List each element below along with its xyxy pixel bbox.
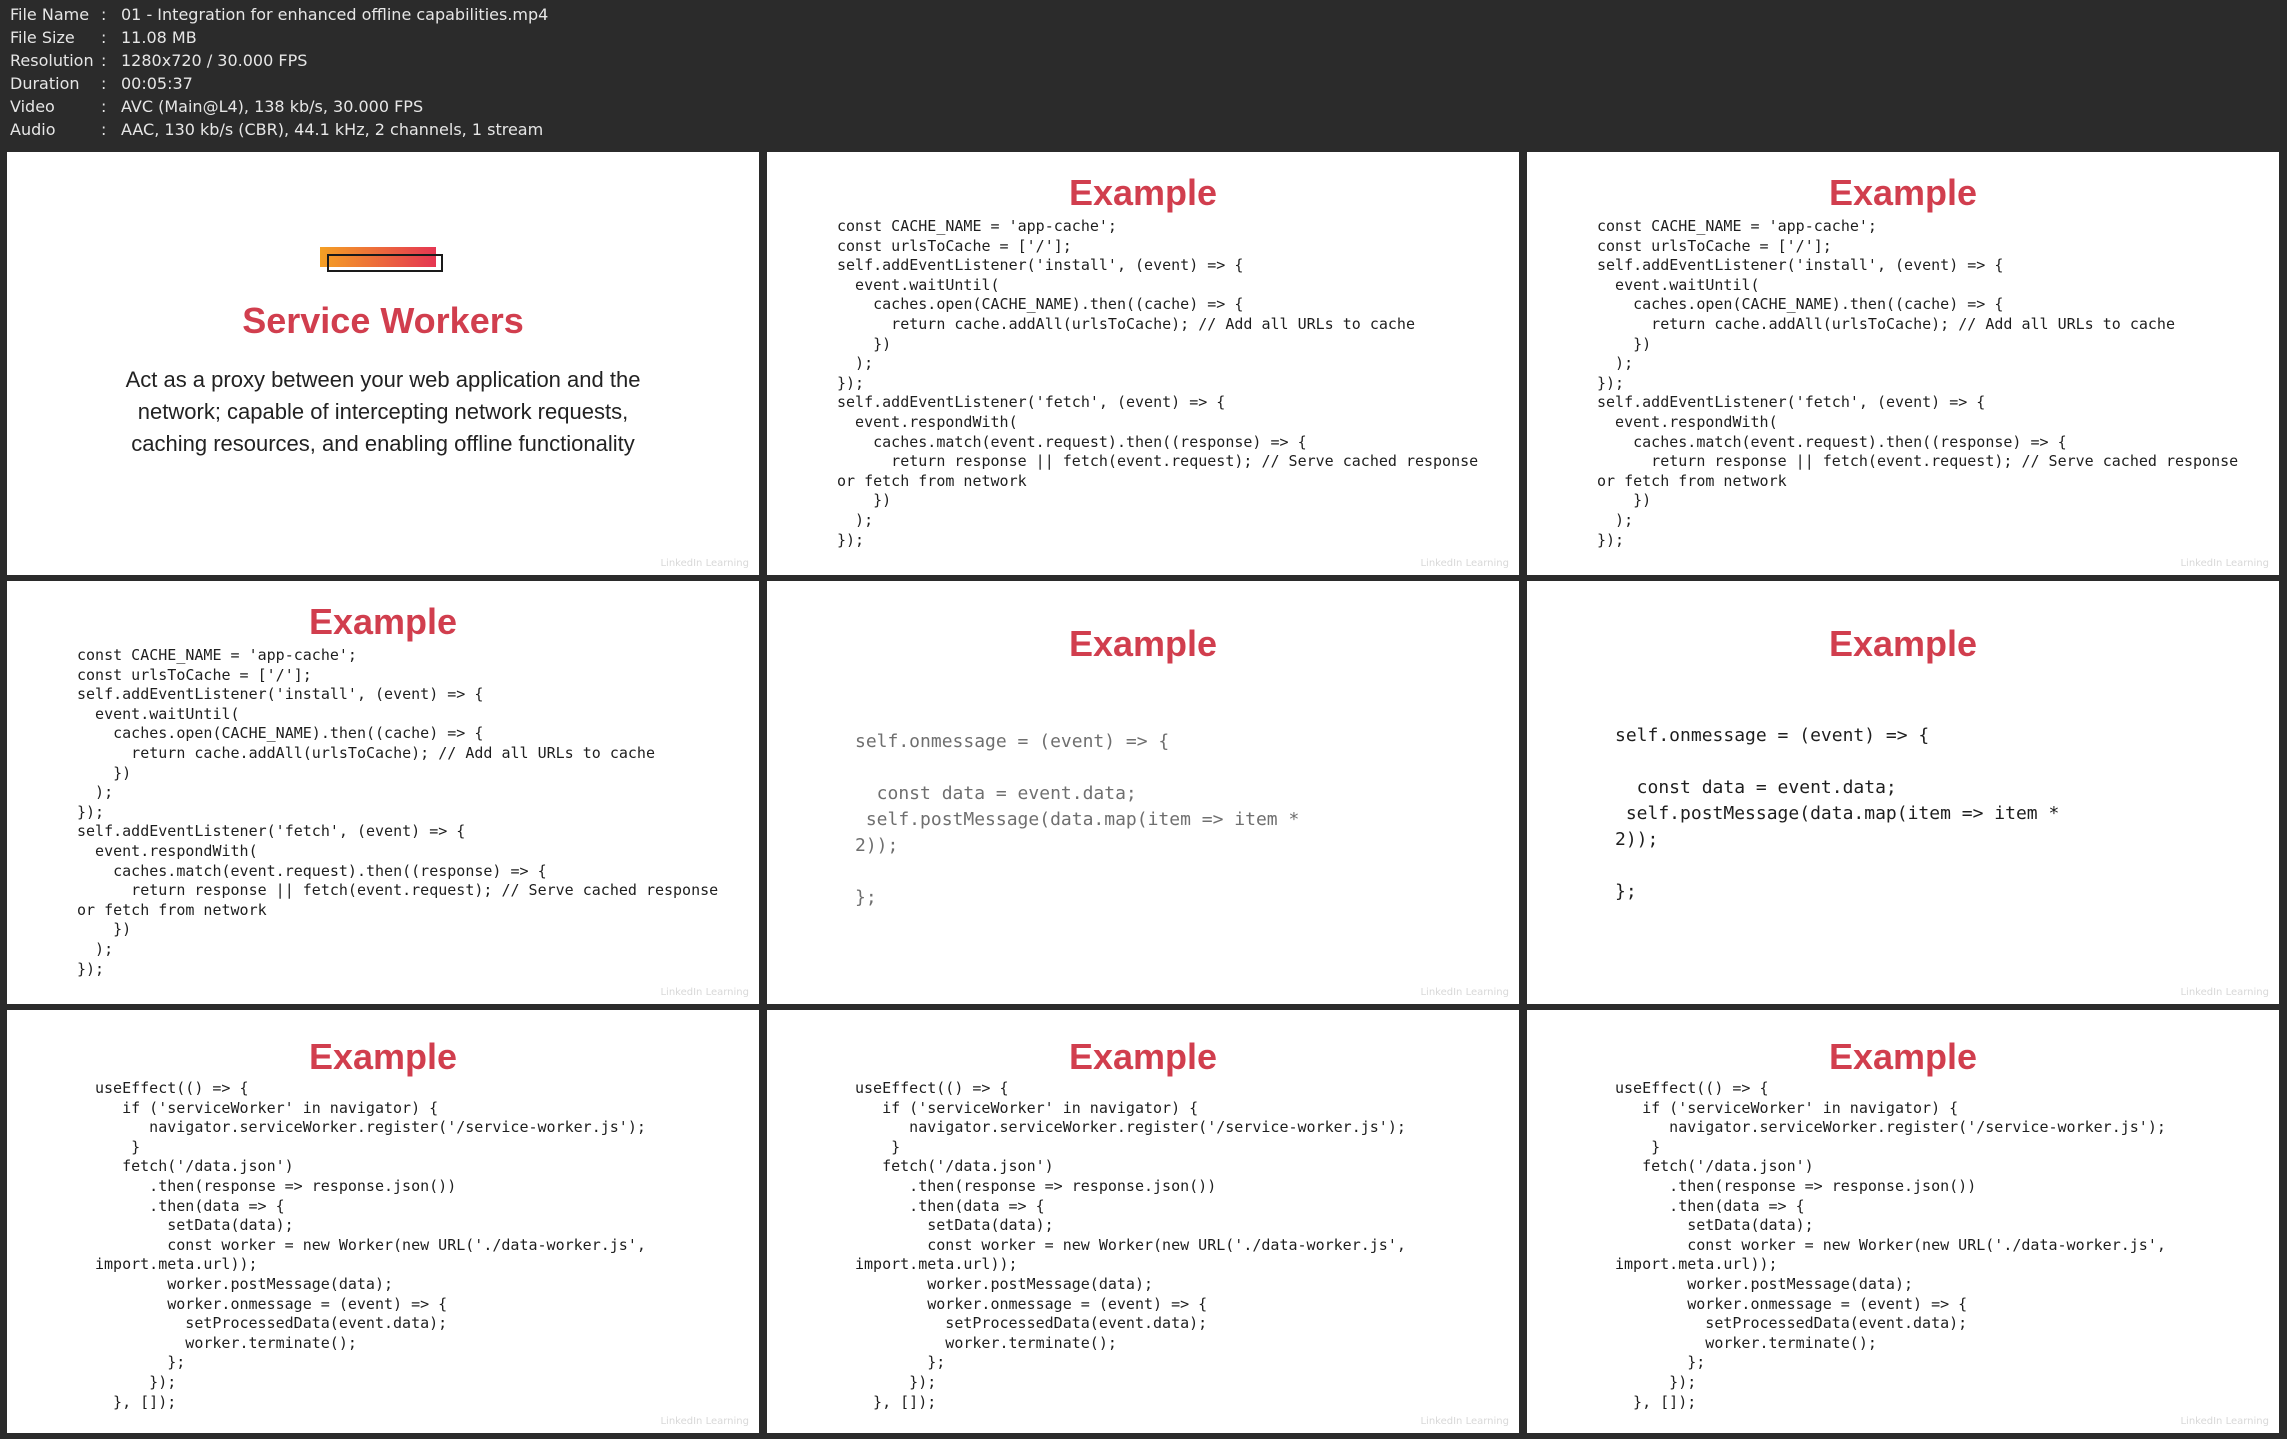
audio-key: Audio — [10, 120, 56, 139]
separator: : — [101, 120, 107, 139]
separator: : — [101, 74, 107, 93]
resolution-value: 1280x720 / 30.000 FPS — [121, 51, 308, 70]
video-row: Video : AVC (Main@L4), 138 kb/s, 30.000 … — [10, 95, 423, 118]
separator: : — [101, 51, 107, 70]
separator: : — [101, 97, 107, 116]
thumbnail-7[interactable]: Example useEffect(() => { if ('serviceWo… — [7, 1010, 759, 1433]
watermark-logo: LinkedIn Learning — [2180, 987, 2269, 998]
code-block: useEffect(() => { if ('serviceWorker' in… — [95, 1079, 646, 1411]
watermark-logo: LinkedIn Learning — [2180, 558, 2269, 569]
thumbnail-9[interactable]: Example useEffect(() => { if ('serviceWo… — [1527, 1010, 2279, 1433]
watermark-logo: LinkedIn Learning — [660, 558, 749, 569]
code-block: self.onmessage = (event) => { const data… — [1615, 725, 2060, 902]
file-info-header: File Name : 01 - Integration for enhance… — [0, 0, 2287, 148]
slide-title: Example — [1068, 1036, 1218, 1077]
slide-title: Example — [1828, 1036, 1978, 1077]
slide-title: Example — [1828, 172, 1978, 213]
watermark-logo: LinkedIn Learning — [660, 1416, 749, 1427]
thumbnail-8[interactable]: Example useEffect(() => { if ('serviceWo… — [767, 1010, 1519, 1433]
code-block: const CACHE_NAME = 'app-cache'; const ur… — [77, 646, 719, 978]
thumbnail-3[interactable]: Example const CACHE_NAME = 'app-cache'; … — [1527, 152, 2279, 575]
audio-row: Audio : AAC, 130 kb/s (CBR), 44.1 kHz, 2… — [10, 118, 543, 141]
slide-title: Example — [308, 601, 458, 642]
slide-title: Example — [1068, 623, 1218, 664]
duration-row: Duration : 00:05:37 — [10, 72, 193, 95]
accent-outline — [327, 254, 443, 272]
slide-description: Act as a proxy between your web applicat… — [125, 367, 641, 456]
thumbnail-5[interactable]: Example self.onmessage = (event) => { co… — [767, 581, 1519, 1004]
thumbnail-6[interactable]: Example self.onmessage = (event) => { co… — [1527, 581, 2279, 1004]
thumbnail-4[interactable]: Example const CACHE_NAME = 'app-cache'; … — [7, 581, 759, 1004]
thumbnail-1[interactable]: Service Workers Act as a proxy between y… — [7, 152, 759, 575]
separator: : — [101, 5, 107, 24]
slide-title: Example — [1828, 623, 1978, 664]
resolution-row: Resolution : 1280x720 / 30.000 FPS — [10, 49, 307, 72]
separator: : — [101, 28, 107, 47]
code-block: self.onmessage = (event) => { const data… — [855, 731, 1300, 908]
file-name-row: File Name : 01 - Integration for enhance… — [10, 3, 548, 26]
file-size-row: File Size : 11.08 MB — [10, 26, 197, 49]
code-block: useEffect(() => { if ('serviceWorker' in… — [1615, 1079, 2166, 1411]
watermark-logo: LinkedIn Learning — [660, 987, 749, 998]
duration-key: Duration — [10, 74, 80, 93]
watermark-logo: LinkedIn Learning — [1420, 1416, 1509, 1427]
video-key: Video — [10, 97, 55, 116]
code-block: const CACHE_NAME = 'app-cache'; const ur… — [1597, 217, 2239, 549]
watermark-logo: LinkedIn Learning — [1420, 987, 1509, 998]
resolution-key: Resolution — [10, 51, 94, 70]
file-name-value: 01 - Integration for enhanced offline ca… — [121, 5, 549, 24]
watermark-logo: LinkedIn Learning — [2180, 1416, 2269, 1427]
duration-value: 00:05:37 — [121, 74, 193, 93]
slide-title: Example — [1068, 172, 1218, 213]
video-value: AVC (Main@L4), 138 kb/s, 30.000 FPS — [121, 97, 424, 116]
file-size-key: File Size — [10, 28, 75, 47]
slide-title: Example — [308, 1036, 458, 1077]
file-name-key: File Name — [10, 5, 90, 24]
audio-value: AAC, 130 kb/s (CBR), 44.1 kHz, 2 channel… — [121, 120, 544, 139]
code-block: useEffect(() => { if ('serviceWorker' in… — [855, 1079, 1406, 1411]
code-block: const CACHE_NAME = 'app-cache'; const ur… — [837, 217, 1479, 549]
watermark-logo: LinkedIn Learning — [1420, 558, 1509, 569]
slide-title: Service Workers — [242, 300, 524, 341]
file-size-value: 11.08 MB — [121, 28, 197, 47]
thumbnail-2[interactable]: Example const CACHE_NAME = 'app-cache'; … — [767, 152, 1519, 575]
